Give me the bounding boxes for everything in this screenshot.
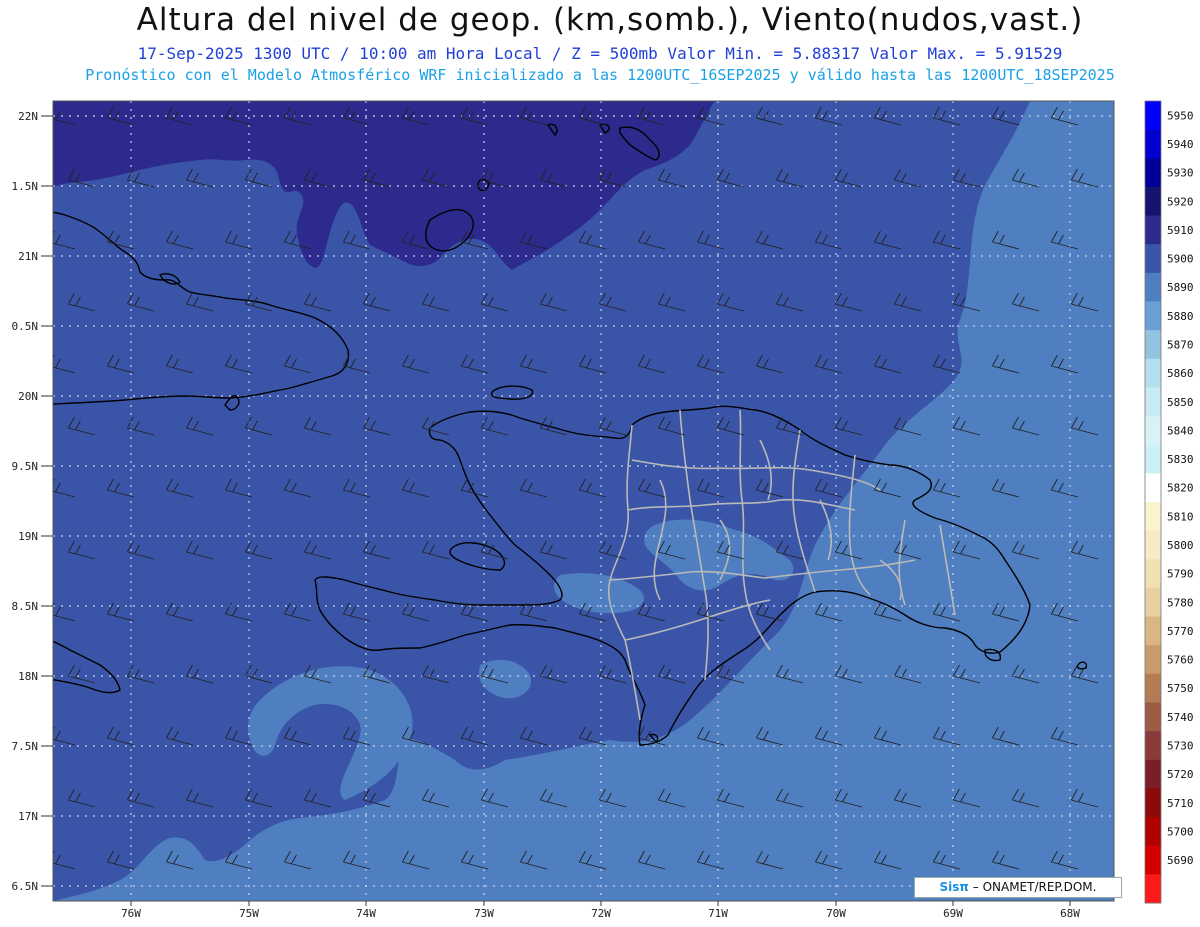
latitude-label: 19N — [18, 530, 38, 543]
colorbar-swatch — [1145, 673, 1161, 703]
colorbar-swatch — [1145, 301, 1161, 331]
colorbar-swatch — [1145, 158, 1161, 188]
colorbar-label: 5880 — [1167, 310, 1194, 323]
latitude-label: 8.5N — [12, 600, 39, 613]
latitude-labels: 22N 1.5N 21N 0.5N 20N 9.5N 19N 8.5N 18N 7.5N 17N 6.… — [12, 110, 53, 893]
longitude-label: 72W — [591, 907, 611, 920]
colorbar-swatch — [1145, 473, 1161, 503]
latitude-label: 7.5N — [12, 740, 39, 753]
longitude-label: 76W — [121, 907, 141, 920]
colorbar-label: 5850 — [1167, 396, 1194, 409]
colorbar-label: 5700 — [1167, 825, 1194, 838]
credit-box: Sisπ – ONAMET/REP.DOM. — [914, 877, 1122, 898]
longitude-label: 69W — [943, 907, 963, 920]
latitude-label: 22N — [18, 110, 38, 123]
latitude-label: 6.5N — [12, 880, 39, 893]
colorbar-swatch — [1145, 845, 1161, 875]
longitude-label: 73W — [474, 907, 494, 920]
colorbar-swatch — [1145, 530, 1161, 560]
colorbar-swatch — [1145, 616, 1161, 646]
colorbar-label: 5810 — [1167, 510, 1194, 523]
latitude-label: 0.5N — [12, 320, 39, 333]
latitude-label: 17N — [18, 810, 38, 823]
colorbar-label: 5710 — [1167, 797, 1194, 810]
colorbar-label: 5870 — [1167, 338, 1194, 351]
colorbar-swatch — [1145, 645, 1161, 675]
colorbar-swatch — [1145, 502, 1161, 532]
geopotential-field — [53, 101, 1114, 901]
colorbar-swatch — [1145, 330, 1161, 360]
colorbar-swatch — [1145, 186, 1161, 217]
colorbar-swatch — [1145, 759, 1161, 789]
latitude-label: 18N — [18, 670, 38, 683]
colorbar-swatch — [1145, 416, 1161, 446]
colorbar-swatch — [1145, 444, 1161, 474]
colorbar-label: 5920 — [1167, 195, 1194, 208]
colorbar-label: 5720 — [1167, 768, 1194, 781]
colorbar: 5950 5940 5930 5920 5910 5900 5890 5880 5870 5860… — [1144, 100, 1194, 904]
colorbar-swatch — [1145, 788, 1161, 818]
colorbar-swatch — [1145, 817, 1161, 847]
colorbar-swatch — [1145, 244, 1161, 274]
colorbar-swatch — [1145, 272, 1161, 302]
colorbar-swatch — [1145, 215, 1161, 245]
colorbar-label: 5730 — [1167, 739, 1194, 752]
colorbar-label: 5900 — [1167, 253, 1194, 266]
colorbar-label: 5800 — [1167, 539, 1194, 552]
colorbar-label: 5760 — [1167, 654, 1194, 667]
forecast-map: 22N 1.5N 21N 0.5N 20N 9.5N 19N 8.5N 18N 7.5N 17N 6.… — [12, 100, 1194, 920]
colorbar-label: 5770 — [1167, 625, 1194, 638]
colorbar-label: 5840 — [1167, 424, 1194, 437]
colorbar-label: 5740 — [1167, 711, 1194, 724]
longitude-labels: 76W 75W 74W 73W 72W 71W 70W 69W 68W — [121, 901, 1080, 920]
colorbar-label: 5930 — [1167, 167, 1194, 180]
colorbar-label: 5940 — [1167, 138, 1194, 151]
colorbar-label: 5910 — [1167, 224, 1194, 237]
latitude-label: 9.5N — [12, 460, 39, 473]
colorbar-label: 5890 — [1167, 281, 1194, 294]
colorbar-swatch — [1145, 587, 1161, 618]
longitude-label: 75W — [239, 907, 259, 920]
colorbar-swatch — [1145, 559, 1161, 589]
colorbar-swatch — [1145, 387, 1161, 417]
latitude-label: 1.5N — [12, 180, 39, 193]
colorbar-swatch — [1145, 874, 1161, 904]
colorbar-label: 5860 — [1167, 367, 1194, 380]
colorbar-label: 5820 — [1167, 482, 1194, 495]
latitude-label: 21N — [18, 250, 38, 263]
colorbar-label: 5950 — [1167, 109, 1194, 122]
colorbar-swatch — [1145, 101, 1161, 131]
colorbar-swatch — [1145, 731, 1161, 761]
colorbar-label: 5690 — [1167, 854, 1194, 867]
longitude-label: 70W — [826, 907, 846, 920]
colorbar-swatch — [1145, 702, 1161, 732]
longitude-label: 71W — [708, 907, 728, 920]
sispi-logo: Sisπ — [939, 880, 969, 894]
colorbar-swatch — [1145, 358, 1161, 388]
credit-organization: – ONAMET/REP.DOM. — [972, 880, 1097, 894]
colorbar-label: 5790 — [1167, 568, 1194, 581]
longitude-label: 68W — [1060, 907, 1080, 920]
colorbar-label: 5780 — [1167, 596, 1194, 609]
colorbar-label: 5750 — [1167, 682, 1194, 695]
colorbar-swatch — [1145, 129, 1161, 159]
colorbar-label: 5830 — [1167, 453, 1194, 466]
latitude-label: 20N — [18, 390, 38, 403]
longitude-label: 74W — [356, 907, 376, 920]
